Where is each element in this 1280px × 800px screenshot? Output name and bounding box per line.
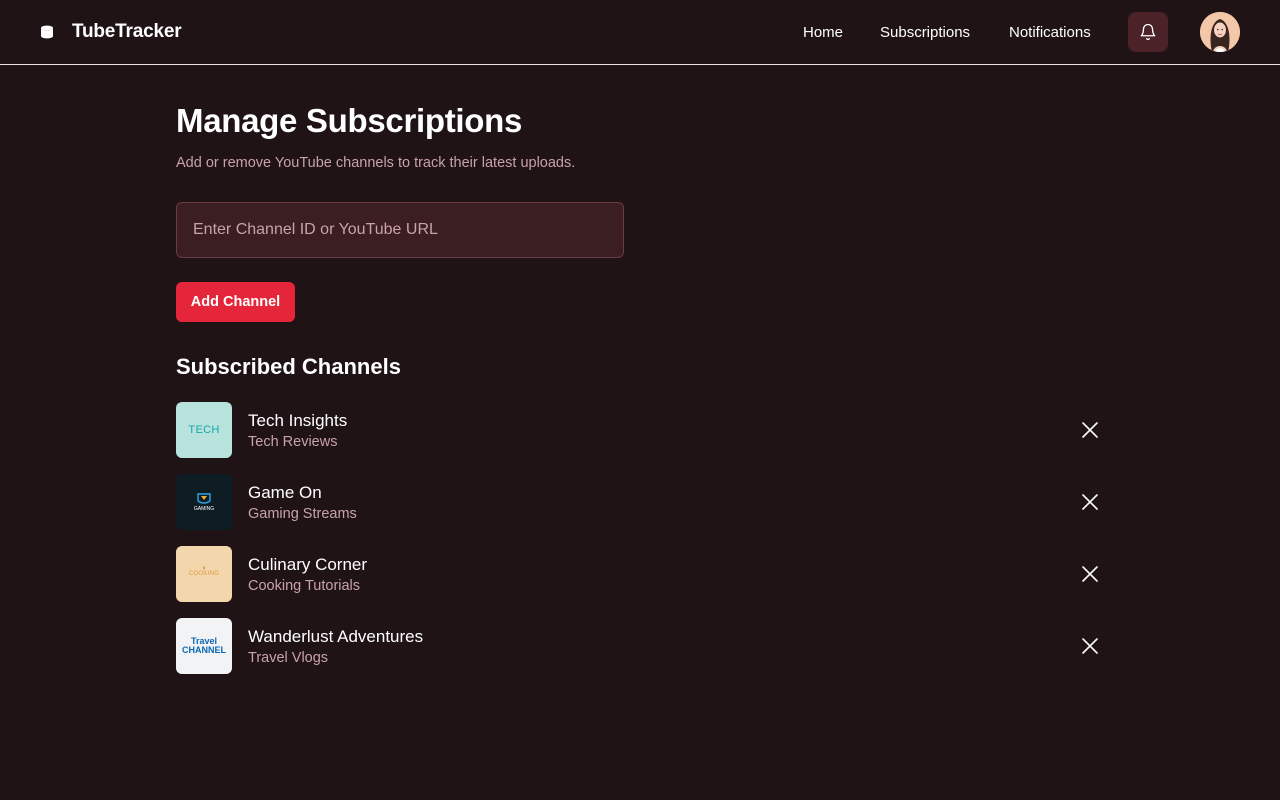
- close-icon: [1082, 566, 1098, 582]
- channel-category: Cooking Tutorials: [248, 578, 361, 594]
- top-bar: TubeTracker Home Subscriptions Notificat…: [0, 0, 1280, 65]
- page-subtitle: Add or remove YouTube channels to track …: [176, 155, 576, 171]
- close-icon: [1082, 494, 1098, 510]
- channel-name: Game On: [248, 483, 322, 502]
- avatar[interactable]: [1200, 12, 1240, 52]
- page-title: Manage Subscriptions: [176, 102, 523, 139]
- remove-channel-button[interactable]: [1074, 630, 1106, 662]
- channel-input[interactable]: [176, 202, 624, 258]
- add-channel-button[interactable]: Add Channel: [176, 282, 295, 322]
- close-icon: [1082, 638, 1098, 654]
- channel-thumbnail: Travel CHANNEL: [176, 618, 232, 674]
- database-icon: [41, 25, 53, 39]
- channel-row: TECH Tech Insights Tech Reviews: [176, 402, 1104, 458]
- channel-thumbnail-label: Travel CHANNEL: [182, 636, 226, 655]
- channel-thumbnail: COOKING: [176, 546, 232, 602]
- channel-row: COOKING Culinary Corner Cooking Tutorial…: [176, 546, 1104, 602]
- nav-home[interactable]: Home: [803, 0, 843, 64]
- avatar-image: [1200, 12, 1240, 52]
- notifications-button[interactable]: [1128, 12, 1168, 52]
- app-name: TubeTracker: [72, 21, 182, 42]
- channel-thumbnail: TECH: [176, 402, 232, 458]
- channel-name: Wanderlust Adventures: [248, 627, 424, 646]
- channel-category: Gaming Streams: [248, 506, 357, 522]
- channel-category: Travel Vlogs: [248, 650, 329, 666]
- channel-name: Tech Insights: [248, 411, 348, 430]
- remove-channel-button[interactable]: [1074, 486, 1106, 518]
- channel-row: Travel CHANNEL Wanderlust Adventures Tra…: [176, 618, 1104, 674]
- channel-thumbnail-label: GAMING: [193, 506, 215, 512]
- section-title: Subscribed Channels: [176, 354, 401, 379]
- channel-row: GAMING Game On Gaming Streams: [176, 474, 1104, 530]
- close-icon: [1082, 422, 1098, 438]
- bell-icon: [1140, 23, 1156, 41]
- nav-notifications[interactable]: Notifications: [1009, 0, 1091, 64]
- remove-channel-button[interactable]: [1074, 558, 1106, 590]
- nav-subscriptions[interactable]: Subscriptions: [880, 0, 970, 64]
- channel-name: Culinary Corner: [248, 555, 368, 574]
- brand[interactable]: TubeTracker: [40, 0, 182, 64]
- channel-thumbnail-label: COOKING: [188, 571, 220, 577]
- channel-category: Tech Reviews: [248, 434, 338, 450]
- remove-channel-button[interactable]: [1074, 414, 1106, 446]
- channel-thumbnail-label: TECH: [188, 424, 220, 436]
- channel-thumbnail: GAMING: [176, 474, 232, 530]
